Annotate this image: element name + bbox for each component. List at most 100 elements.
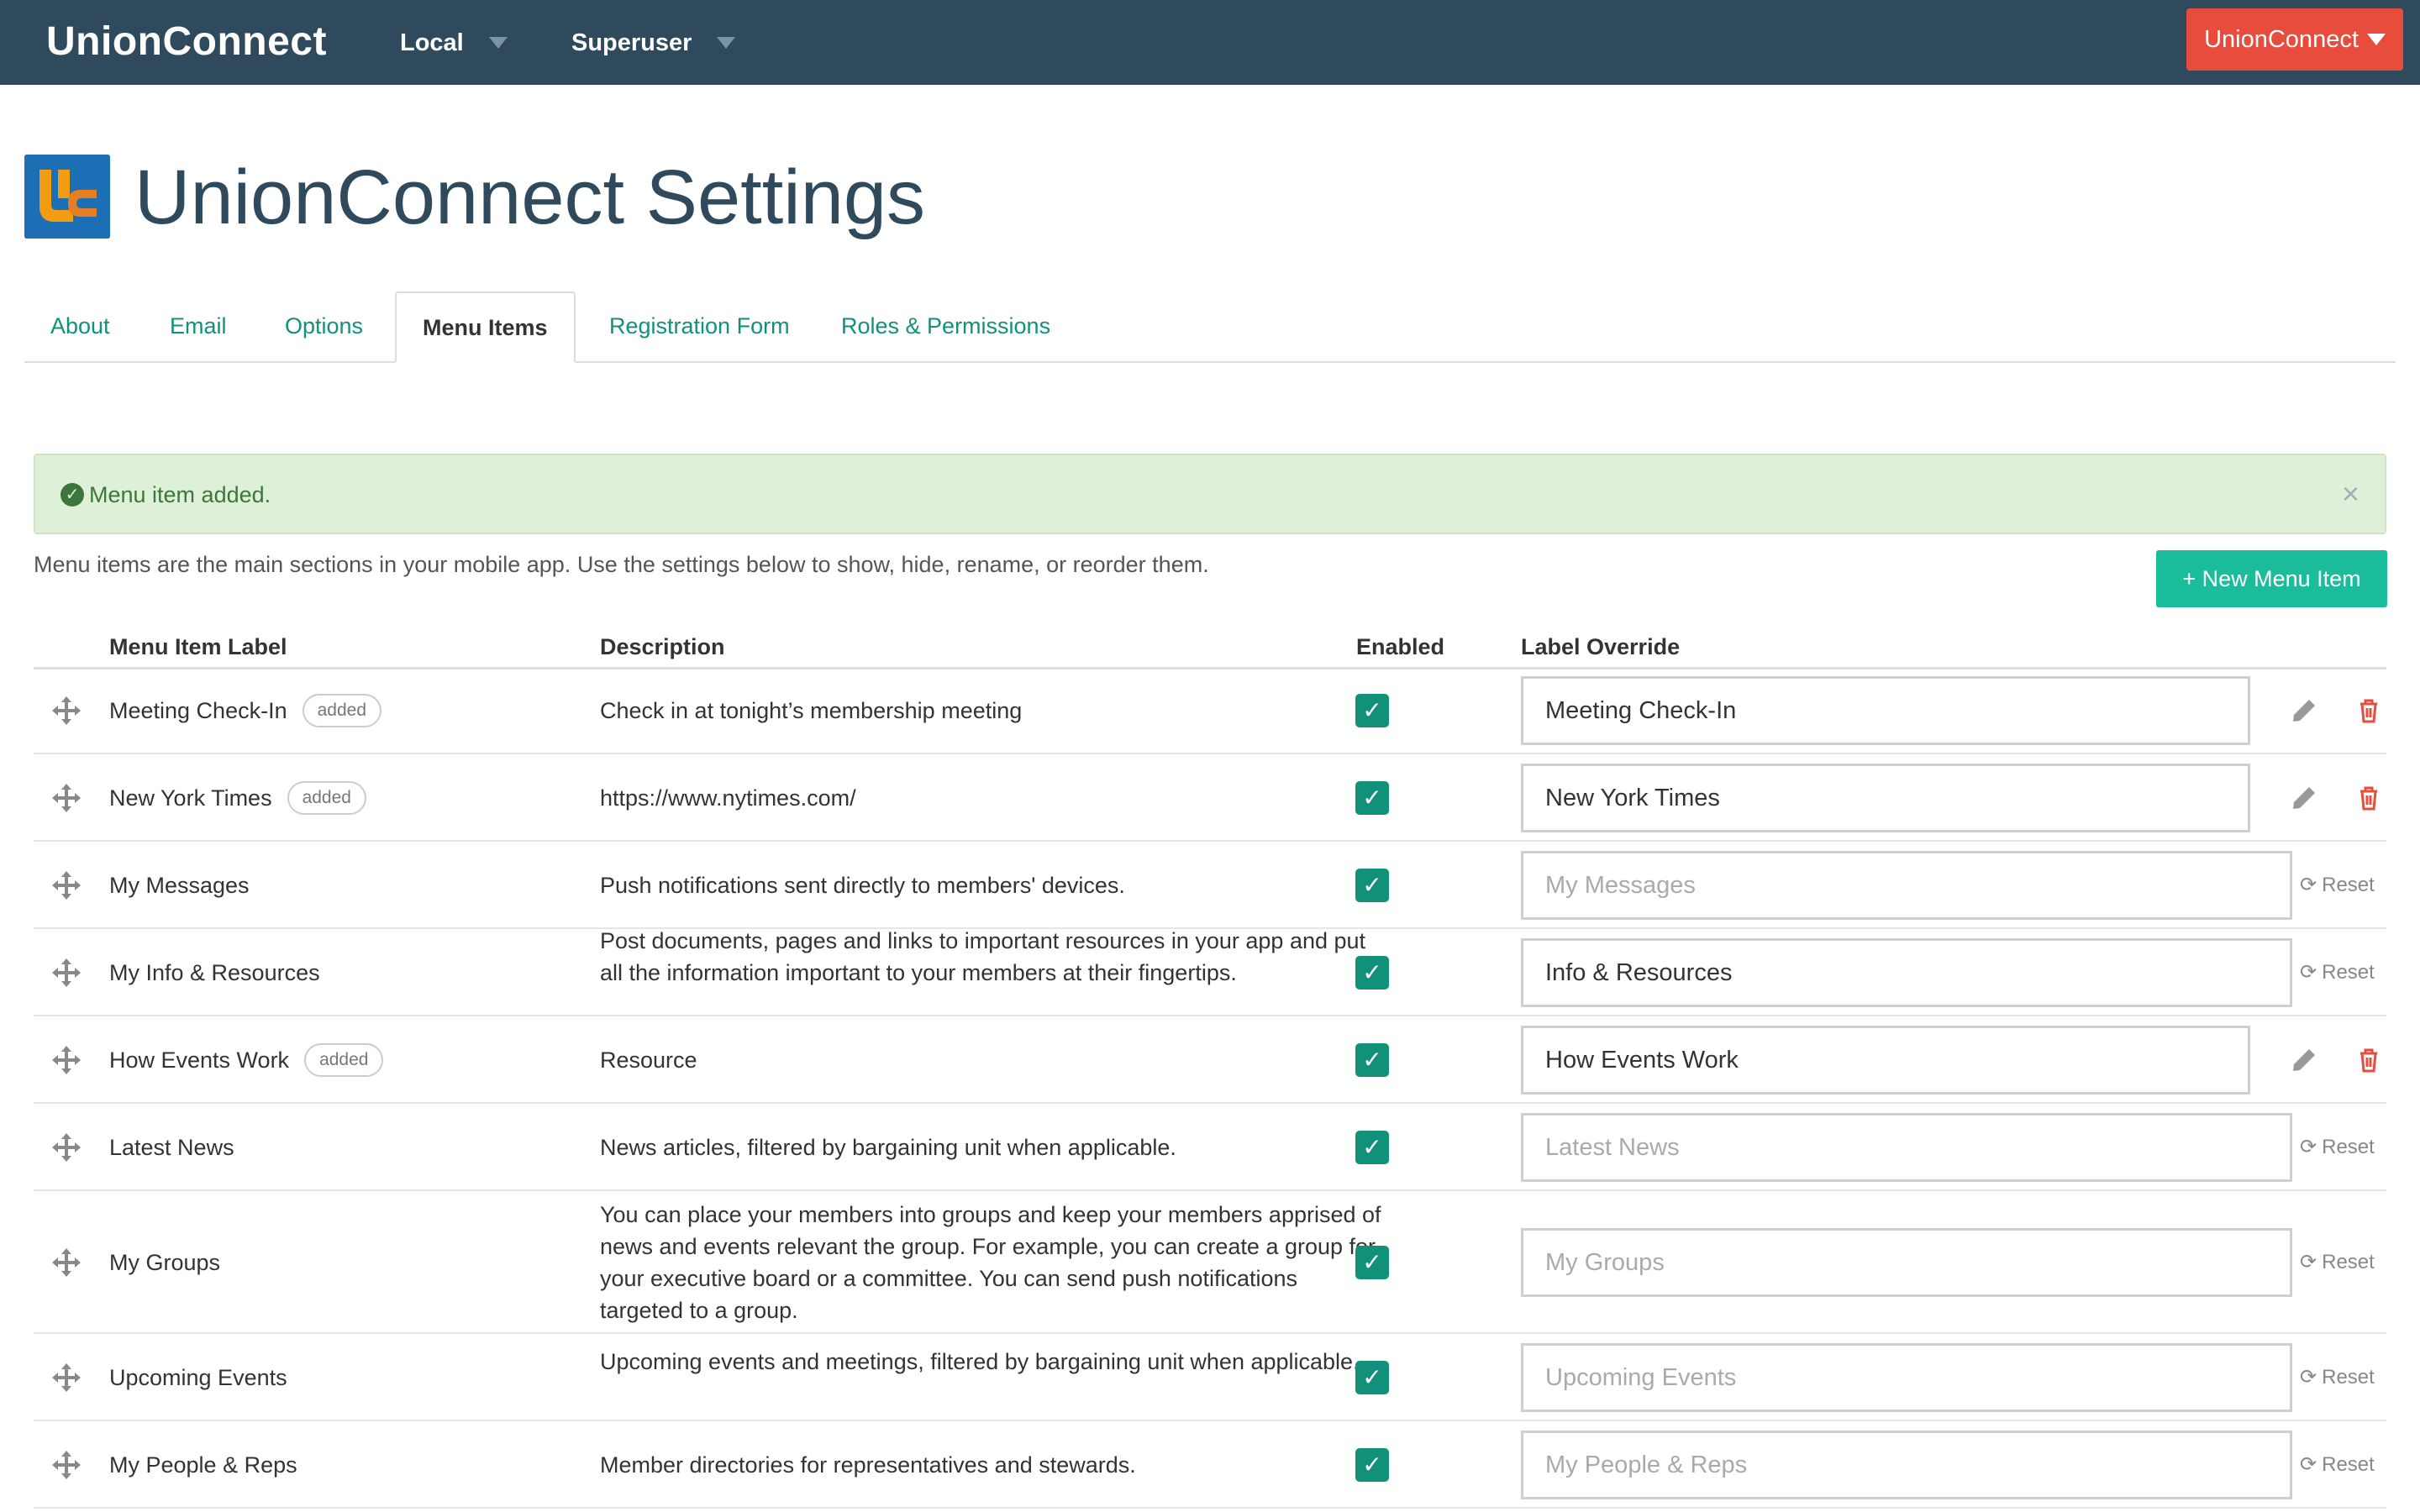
reset-label: Reset: [2322, 1366, 2375, 1389]
pencil-icon[interactable]: [2289, 696, 2319, 726]
table-row: Latest News News articles, filtered by ba…: [34, 1104, 2386, 1191]
refresh-icon: ⟳: [2300, 961, 2317, 984]
reset-button[interactable]: ⟳ Reset: [2300, 1452, 2375, 1478]
menu-item-label: My Messages: [109, 872, 250, 898]
chevron-down-icon: [488, 37, 508, 49]
move-handle-icon[interactable]: [50, 957, 82, 989]
trash-icon[interactable]: [2354, 696, 2384, 726]
label-override-input[interactable]: My Messages: [1521, 851, 2292, 920]
move-handle-icon[interactable]: [50, 1247, 82, 1278]
refresh-icon: ⟳: [2300, 1453, 2317, 1476]
menu-item-label-cell: Upcoming Events: [109, 1359, 287, 1396]
enabled-checkbox[interactable]: ✓: [1355, 956, 1389, 990]
new-menu-item-button[interactable]: + New Menu Item: [2156, 550, 2387, 607]
menu-item-description: Check in at tonight’s membership meeting: [600, 698, 1023, 723]
menu-item-label: Upcoming Events: [109, 1364, 287, 1390]
menu-item-description: Resource: [600, 1047, 697, 1073]
label-override-input[interactable]: My Groups: [1521, 1228, 2292, 1297]
refresh-icon: ⟳: [2300, 1366, 2317, 1389]
success-alert: ✓ Menu item added. ×: [34, 454, 2386, 534]
label-override-input[interactable]: How Events Work: [1521, 1026, 2250, 1095]
reset-button[interactable]: ⟳ Reset: [2300, 873, 2375, 898]
menu-item-label-cell: How Events Work added: [109, 1042, 384, 1079]
enabled-checkbox[interactable]: ✓: [1355, 1131, 1389, 1164]
superuser-dropdown[interactable]: Superuser: [571, 25, 736, 60]
menu-item-label-cell: My Info & Resources: [109, 954, 320, 991]
menu-items-intro: Menu items are the main sections in your…: [34, 552, 1209, 577]
menu-item-label: Meeting Check-In: [109, 697, 287, 723]
tab-roles-permissions[interactable]: Roles & Permissions: [815, 291, 1076, 361]
label-override-input[interactable]: Latest News: [1521, 1113, 2292, 1182]
account-menu-label: UnionConnect: [2204, 25, 2359, 53]
reset-button[interactable]: ⟳ Reset: [2300, 960, 2375, 985]
tab-email[interactable]: Email: [144, 291, 253, 361]
menu-item-label-cell: Meeting Check-In added: [109, 692, 382, 729]
menu-item-label: Latest News: [109, 1134, 234, 1160]
added-badge: added: [287, 781, 366, 815]
label-override-input[interactable]: My People & Reps: [1521, 1431, 2292, 1499]
enabled-checkbox[interactable]: ✓: [1355, 781, 1389, 815]
menu-item-label: My Info & Resources: [109, 959, 320, 985]
menu-item-description: News articles, filtered by bargaining un…: [600, 1135, 1176, 1160]
table-row: Meeting Check-In added Check in at tonight…: [34, 667, 2386, 754]
menu-item-label: New York Times: [109, 785, 272, 811]
menu-item-label: My People & Reps: [109, 1452, 297, 1478]
chevron-down-icon: [717, 37, 736, 49]
table-row: My Groups You can place your members into…: [34, 1191, 2386, 1334]
column-header-label: Menu Item Label: [109, 634, 287, 659]
tab-options[interactable]: Options: [259, 291, 389, 361]
menu-item-description: Push notifications sent directly to memb…: [600, 873, 1125, 898]
trash-icon[interactable]: [2354, 1045, 2384, 1075]
table-row: My Info & Resources Post documents, pages…: [34, 928, 2386, 1016]
enabled-checkbox[interactable]: ✓: [1355, 1246, 1389, 1279]
label-override-input[interactable]: Meeting Check-In: [1521, 676, 2250, 745]
reset-label: Reset: [2322, 1251, 2375, 1273]
menu-item-label-cell: My People & Reps: [109, 1446, 297, 1483]
page-title: UnionConnect Settings: [134, 155, 926, 240]
menu-items-table: Meeting Check-In added Check in at tonight…: [34, 667, 2386, 1509]
label-override-input[interactable]: Upcoming Events: [1521, 1343, 2292, 1412]
menu-item-label: How Events Work: [109, 1047, 290, 1073]
enabled-checkbox[interactable]: ✓: [1355, 869, 1389, 902]
table-row: My Messages Push notifications sent direc…: [34, 842, 2386, 929]
enabled-checkbox[interactable]: ✓: [1355, 1448, 1389, 1482]
move-handle-icon[interactable]: [50, 869, 82, 901]
reset-label: Reset: [2322, 874, 2375, 896]
refresh-icon: ⟳: [2300, 1136, 2317, 1158]
account-menu-button[interactable]: UnionConnect: [2186, 8, 2403, 71]
menu-item-description: https://www.nytimes.com/: [600, 785, 856, 811]
move-handle-icon[interactable]: [50, 1044, 82, 1076]
column-header-label-override: Label Override: [1521, 634, 1681, 659]
caret-down-icon: [2366, 34, 2386, 45]
enabled-checkbox[interactable]: ✓: [1355, 1361, 1389, 1394]
label-override-input[interactable]: Info & Resources: [1521, 938, 2292, 1007]
menu-item-label-cell: New York Times added: [109, 780, 366, 816]
brand-name[interactable]: UnionConnect: [46, 15, 327, 69]
pencil-icon[interactable]: [2289, 1045, 2319, 1075]
move-handle-icon[interactable]: [50, 782, 82, 814]
move-handle-icon[interactable]: [50, 695, 82, 727]
tab-about[interactable]: About: [24, 291, 136, 361]
table-row: My People & Reps Member directories for r…: [34, 1421, 2386, 1509]
menu-item-label-cell: Latest News: [109, 1129, 234, 1166]
move-handle-icon[interactable]: [50, 1449, 82, 1481]
top-navbar: UnionConnect Local Superuser UnionConnec…: [0, 0, 2420, 85]
reset-button[interactable]: ⟳ Reset: [2300, 1365, 2375, 1390]
move-handle-icon[interactable]: [50, 1362, 82, 1394]
local-dropdown[interactable]: Local: [400, 25, 508, 60]
pencil-icon[interactable]: [2289, 783, 2319, 813]
column-header-description: Description: [600, 634, 725, 659]
tab-registration-form[interactable]: Registration Form: [583, 291, 816, 361]
trash-icon[interactable]: [2354, 783, 2384, 813]
label-override-input[interactable]: New York Times: [1521, 764, 2250, 832]
tab-menu-items[interactable]: Menu Items: [395, 291, 576, 363]
enabled-checkbox[interactable]: ✓: [1355, 694, 1389, 727]
unionconnect-logo: [24, 155, 110, 239]
menu-item-description: Upcoming events and meetings, filtered b…: [600, 1349, 1360, 1374]
enabled-checkbox[interactable]: ✓: [1355, 1043, 1389, 1077]
reset-button[interactable]: ⟳ Reset: [2300, 1250, 2375, 1275]
menu-item-description: Post documents, pages and links to impor…: [600, 928, 1366, 985]
reset-button[interactable]: ⟳ Reset: [2300, 1135, 2375, 1160]
close-icon[interactable]: ×: [2342, 477, 2360, 511]
move-handle-icon[interactable]: [50, 1131, 82, 1163]
